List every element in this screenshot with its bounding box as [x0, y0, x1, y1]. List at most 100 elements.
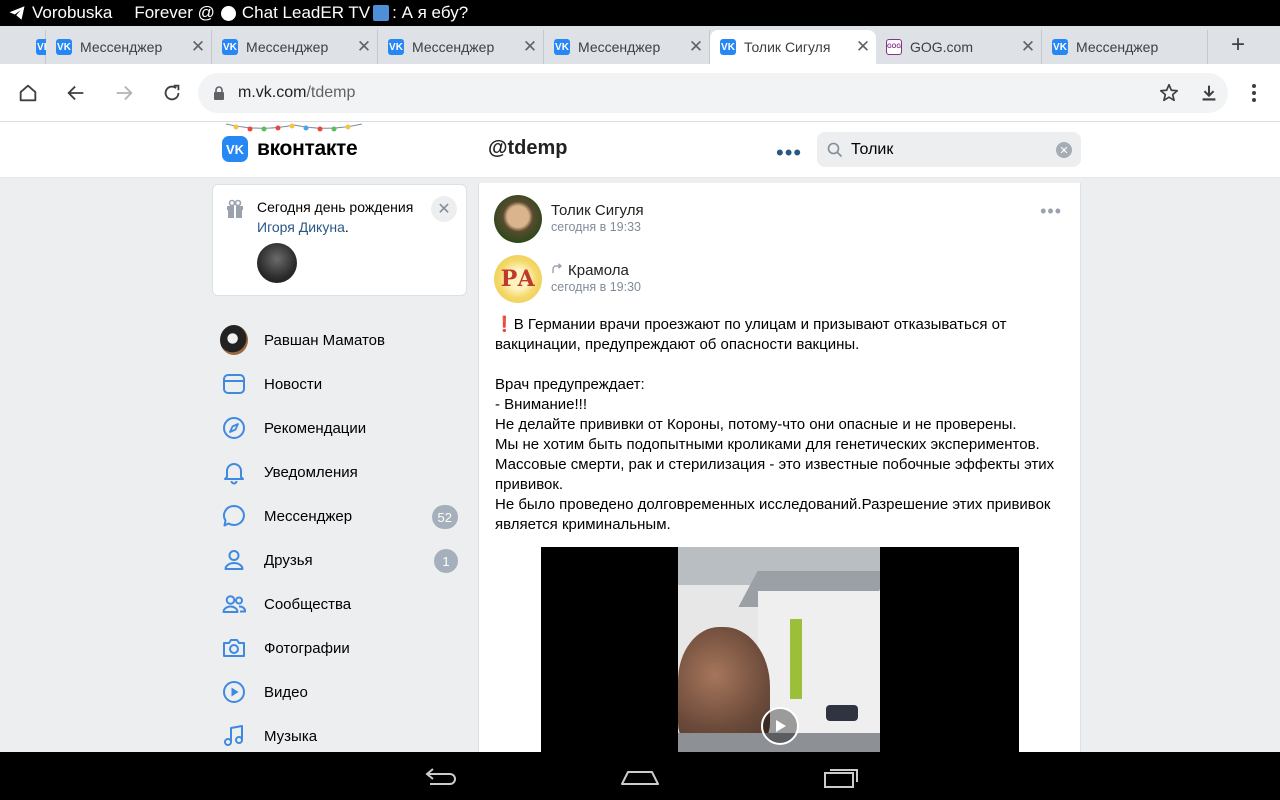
vk-logo[interactable]: VK вконтакте [222, 136, 358, 162]
nav-label: Равшан Маматов [264, 331, 385, 349]
source-time[interactable]: сегодня в 19:30 [551, 280, 641, 294]
search-box[interactable]: ✕ [817, 132, 1081, 167]
tab-messenger-5[interactable]: VK Мессенджер [1042, 30, 1208, 64]
compass-icon [223, 417, 245, 439]
home-button[interactable] [12, 77, 44, 109]
vk-logo-text: вконтакте [257, 137, 358, 160]
tab-close-icon[interactable]: ✕ [185, 37, 211, 57]
nav-label: Рекомендации [264, 419, 367, 437]
camera-icon [223, 639, 245, 657]
nav-item-video[interactable]: Видео [212, 670, 467, 714]
exclamation-icon: ❗ [495, 316, 514, 333]
post-author[interactable]: Толик Сигуля [551, 202, 644, 219]
search-input[interactable] [851, 140, 1041, 159]
close-birthday-button[interactable]: ✕ [431, 196, 457, 222]
gift-icon [227, 199, 243, 218]
lock-icon [214, 86, 224, 100]
tab-close-icon[interactable]: ✕ [850, 37, 876, 57]
chat-bubble-icon [220, 5, 236, 21]
video-icon [223, 681, 245, 703]
tab-messenger-1[interactable]: VK Мессенджер ✕ [46, 30, 212, 64]
source-avatar[interactable]: РА [494, 255, 542, 303]
garland-decoration-icon [226, 123, 362, 132]
repost-icon [552, 263, 563, 273]
vk-favicon-icon: VK [1052, 39, 1068, 55]
page-title: @tdemp [488, 137, 568, 159]
vk-favicon-icon: VK [720, 39, 736, 55]
post-time[interactable]: сегодня в 19:33 [551, 220, 641, 234]
download-icon[interactable] [1198, 82, 1220, 104]
tab-close-icon[interactable]: ✕ [351, 37, 377, 57]
tab-gog[interactable]: GOG GOG.com ✕ [876, 30, 1042, 64]
tab-messenger-3[interactable]: VK Мессенджер ✕ [378, 30, 544, 64]
tab-title: Мессенджер [412, 39, 495, 55]
nav-label: Новости [264, 375, 323, 393]
birthday-name-link[interactable]: Игоря Дикуна [257, 219, 345, 235]
star-icon[interactable] [1158, 82, 1180, 104]
tab-close-icon[interactable]: ✕ [683, 37, 709, 57]
video-player[interactable] [541, 547, 1019, 763]
friends-count-badge: 1 [434, 549, 458, 573]
source-avatar-letters: РА [500, 266, 536, 292]
play-icon [776, 720, 786, 732]
nav-item-news[interactable]: Новости [212, 362, 467, 406]
arrow-right-icon [116, 85, 133, 101]
vk-favicon-icon: VK [554, 39, 570, 55]
nav-item-messenger[interactable]: Мессенджер 52 [212, 494, 467, 538]
wall-post: Толик Сигуля сегодня в 19:33 ••• РА Крам… [478, 183, 1081, 763]
tab-messenger-2[interactable]: VK Мессенджер ✕ [212, 30, 378, 64]
telegram-icon [9, 6, 25, 20]
tab-close-icon[interactable]: ✕ [1015, 37, 1041, 57]
more-options-icon[interactable]: ••• [776, 140, 802, 166]
post-paragraph-1: В Германии врачи проезжают по улицам и п… [495, 316, 1011, 353]
messenger-count-badge: 52 [431, 505, 458, 529]
bell-icon [224, 463, 244, 485]
tab-active-profile[interactable]: VK Толик Сигуля ✕ [710, 30, 876, 64]
gog-favicon-icon: GOG [886, 39, 902, 55]
birthday-text: Сегодня день рождения Игоря Дикуна. [257, 197, 427, 237]
users-icon [222, 595, 247, 613]
nav-item-recommendations[interactable]: Рекомендации [212, 406, 467, 450]
gem-icon [373, 5, 390, 21]
post-body: Врач предупреждает: - Внимание!!! Не дел… [495, 376, 1055, 533]
kebab-menu-icon[interactable] [1244, 82, 1264, 104]
new-tab-button[interactable]: + [1224, 28, 1252, 62]
vk-favicon-icon: VK [388, 39, 404, 55]
status-notification-mid: Chat LeadER TV [241, 3, 371, 22]
vk-header: VK вконтакте @tdemp ••• ✕ [0, 122, 1280, 178]
nav-label: Друзья [264, 551, 313, 569]
tab-partial[interactable]: VK [12, 30, 52, 64]
birthday-avatar[interactable] [257, 243, 297, 283]
forward-button[interactable] [108, 77, 140, 109]
source-name: Крамола [568, 262, 629, 279]
tab-title: Мессенджер [578, 39, 661, 55]
nav-label: Музыка [264, 727, 318, 745]
nav-label: Уведомления [264, 463, 358, 481]
system-back-icon[interactable] [420, 764, 460, 790]
clear-search-icon[interactable]: ✕ [1056, 142, 1072, 158]
nav-item-friends[interactable]: Друзья 1 [212, 538, 467, 582]
author-avatar[interactable] [494, 195, 542, 243]
reload-button[interactable] [156, 77, 188, 109]
post-more-icon[interactable]: ••• [1040, 201, 1062, 222]
android-navigation-bar [0, 752, 1280, 800]
play-button[interactable] [761, 707, 799, 745]
arrow-left-icon [67, 85, 84, 101]
left-menu: Равшан Маматов Новости Рекомендации Увед… [212, 318, 467, 758]
nav-item-notifications[interactable]: Уведомления [212, 450, 467, 494]
repost-source[interactable]: Крамола [551, 262, 629, 279]
tab-close-icon[interactable]: ✕ [517, 37, 543, 57]
tab-messenger-4[interactable]: VK Мессенджер ✕ [544, 30, 710, 64]
reload-icon [164, 84, 180, 101]
post-text: ❗В Германии врачи проезжают по улицам и … [495, 315, 1070, 535]
back-button[interactable] [60, 77, 92, 109]
address-bar[interactable]: m.vk.com/tdemp [198, 73, 1228, 113]
url-host: m.vk.com [238, 84, 307, 101]
system-recents-icon[interactable] [820, 764, 860, 790]
nav-item-photos[interactable]: Фотографии [212, 626, 467, 670]
nav-item-communities[interactable]: Сообщества [212, 582, 467, 626]
system-home-icon[interactable] [620, 764, 660, 790]
nav-item-profile[interactable]: Равшан Маматов [212, 318, 467, 362]
vk-logo-icon: VK [222, 136, 248, 162]
status-notification-left: Forever @ [134, 3, 215, 22]
